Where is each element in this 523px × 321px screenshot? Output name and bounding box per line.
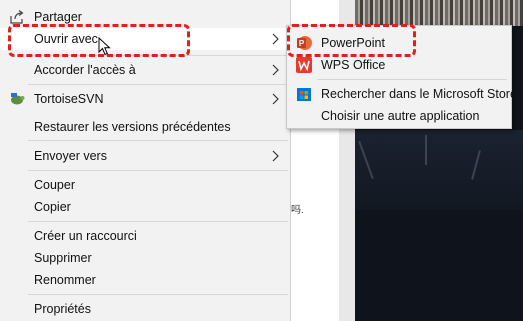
menu-separator: [28, 84, 288, 85]
menu-item-label: Restaurer les versions précédentes: [34, 120, 231, 134]
menu-item-label: TortoiseSVN: [34, 92, 104, 106]
menu-item-label: Supprimer: [34, 251, 92, 265]
menu-item-renommer[interactable]: Renommer: [0, 269, 291, 291]
stage-line: [425, 135, 427, 165]
crowd-strip: [355, 0, 523, 26]
menu-separator: [28, 140, 288, 141]
document-text-fragment: 吗.: [291, 205, 304, 216]
menu-item-label: Accorder l'accès à: [34, 63, 136, 77]
menu-item-supprimer[interactable]: Supprimer: [0, 247, 291, 269]
highlight-powerpoint: [287, 24, 416, 57]
menu-item-tortoisesvn[interactable]: TortoiseSVN: [0, 88, 291, 110]
wps-office-icon: [296, 57, 312, 73]
menu-item-label: Couper: [34, 178, 75, 192]
tortoisesvn-icon: [8, 90, 26, 108]
mouse-cursor-icon: [98, 36, 112, 57]
submenu-item-label: WPS Office: [321, 58, 386, 72]
submenu-item-wps-office[interactable]: WPS Office: [287, 54, 511, 76]
menu-item-label: Propriétés: [34, 302, 91, 316]
menu-item-envoyer-vers[interactable]: Envoyer vers: [0, 145, 291, 167]
menu-item-label: Partager: [34, 10, 82, 24]
chevron-right-icon: [271, 149, 281, 163]
menu-item-proprietes[interactable]: Propriétés: [0, 298, 291, 320]
submenu-item-microsoft-store[interactable]: Rechercher dans le Microsoft Store: [287, 83, 517, 105]
submenu-separator: [317, 79, 507, 80]
menu-item-label: Créer un raccourci: [34, 229, 137, 243]
stage-area: [355, 130, 523, 210]
menu-item-couper[interactable]: Couper: [0, 174, 291, 196]
menu-item-accorder-acces[interactable]: Accorder l'accès à: [0, 59, 291, 81]
stage-line: [358, 140, 374, 180]
chevron-right-icon: [271, 63, 281, 77]
chevron-right-icon: [271, 92, 281, 106]
menu-item-copier[interactable]: Copier: [0, 196, 291, 218]
submenu-item-label: Rechercher dans le Microsoft Store: [321, 87, 517, 101]
submenu-item-label: Choisir une autre application: [321, 109, 480, 123]
menu-separator: [28, 170, 288, 171]
menu-item-restaurer-versions[interactable]: Restaurer les versions précédentes: [0, 116, 291, 138]
menu-item-label: Envoyer vers: [34, 149, 107, 163]
menu-item-label: Renommer: [34, 273, 96, 287]
menu-item-creer-raccourci[interactable]: Créer un raccourci: [0, 225, 291, 247]
submenu-item-choose-other-app[interactable]: Choisir une autre application: [287, 105, 511, 127]
stage-line: [471, 150, 481, 180]
store-icon: [296, 86, 312, 102]
menu-item-label: Copier: [34, 200, 71, 214]
menu-separator: [28, 294, 288, 295]
chevron-right-icon: [271, 32, 281, 46]
menu-separator: [28, 221, 288, 222]
